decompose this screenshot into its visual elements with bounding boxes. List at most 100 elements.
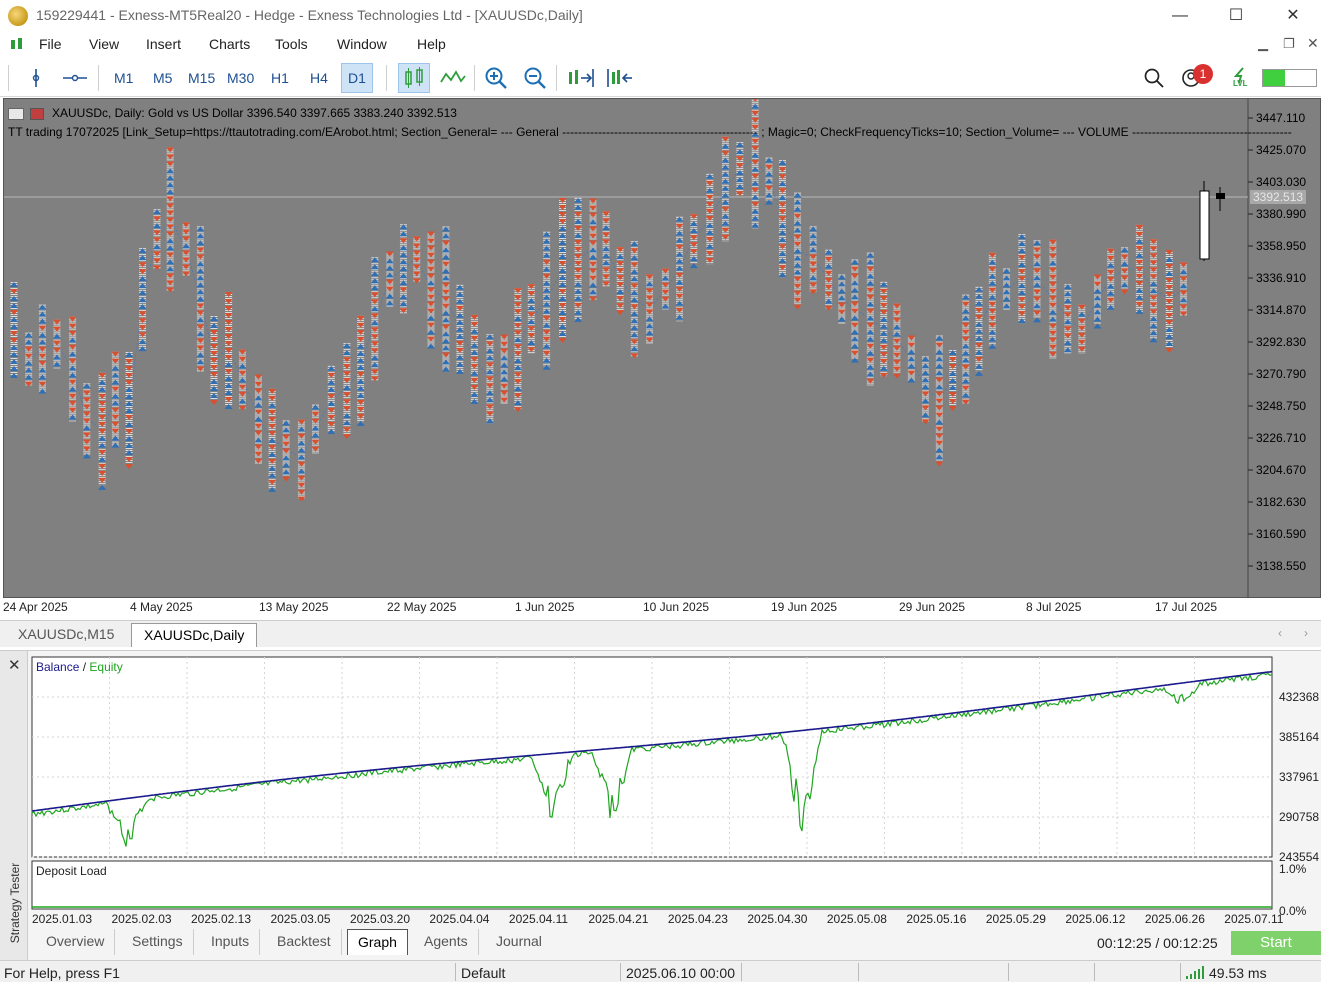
menu-help[interactable]: Help <box>417 36 446 52</box>
buy-arrow <box>961 315 970 321</box>
buy-arrow <box>866 371 875 377</box>
date-tick-label: 17 Jul 2025 <box>1155 600 1218 614</box>
sell-arrow <box>426 336 435 342</box>
minimize-button[interactable]: — <box>1152 0 1208 31</box>
sell-arrow <box>342 434 351 440</box>
sell-arrow <box>1048 274 1057 280</box>
sell-arrow <box>793 283 802 289</box>
buy-arrow <box>268 437 277 443</box>
child-minimize-button[interactable]: ▁ <box>1258 36 1268 52</box>
menu-insert[interactable]: Insert <box>146 36 181 52</box>
chart-shift-icon[interactable] <box>567 67 595 92</box>
tester-tab-overview[interactable]: Overview <box>36 929 116 955</box>
candlestick-chart-icon[interactable] <box>398 63 430 93</box>
sell-arrow <box>961 385 970 391</box>
buy-arrow <box>735 149 744 155</box>
sell-arrow <box>809 261 818 267</box>
timeframe-m5[interactable]: M5 <box>153 70 172 86</box>
chart-date-axis: 24 Apr 2025 4 May 2025 13 May 2025 22 May 2… <box>3 598 1321 620</box>
search-icon[interactable] <box>1144 68 1164 91</box>
buy-arrow <box>975 335 984 341</box>
tester-date-label: 2025.07.11 <box>1224 912 1283 926</box>
buy-arrow <box>948 384 957 390</box>
tester-tab-agents[interactable]: Agents <box>414 929 479 955</box>
balance-equity-graph: 432368385164337961290758243554Balance / … <box>31 656 1319 926</box>
tester-tab-journal[interactable]: Journal <box>486 929 552 955</box>
tab-scroll-right-icon[interactable]: › <box>1304 626 1308 640</box>
line-chart-icon[interactable] <box>440 68 466 91</box>
chart-tab-m15[interactable]: XAUUSDc,M15 <box>6 623 126 647</box>
menu-view[interactable]: View <box>89 36 119 52</box>
buy-arrow <box>356 350 365 356</box>
menu-tools[interactable]: Tools <box>275 36 308 52</box>
buy-arrow <box>721 171 730 177</box>
sell-arrow <box>254 381 263 387</box>
buy-arrow <box>356 364 365 370</box>
menu-window[interactable]: Window <box>337 36 387 52</box>
menu-file[interactable]: File <box>39 36 62 52</box>
sell-arrow <box>513 295 522 301</box>
price-chart[interactable]: 3447.110 3425.070 3403.030 3380.990 3358.950… <box>3 98 1321 598</box>
maximize-button[interactable]: ☐ <box>1208 0 1264 31</box>
buy-arrow <box>961 357 970 363</box>
start-button[interactable]: Start <box>1231 931 1321 955</box>
sell-arrow <box>455 305 464 311</box>
status-datetime: 2025.06.10 00:00 <box>626 965 735 981</box>
timeframe-m30[interactable]: M30 <box>227 70 254 86</box>
toolbar: M1 M5 M15 M30 H1 H4 D1 1 LVL <box>0 59 1321 97</box>
crosshair-vertical-icon[interactable] <box>26 68 46 91</box>
buy-arrow <box>907 356 916 362</box>
date-tick-label: 13 May 2025 <box>259 600 329 614</box>
sell-arrow <box>892 373 901 379</box>
sell-arrow <box>988 287 997 293</box>
child-close-button[interactable]: ✕ <box>1307 35 1319 52</box>
sell-arrow <box>52 340 61 346</box>
timeframe-m15[interactable]: M15 <box>188 70 215 86</box>
sell-arrow <box>268 479 277 485</box>
timeframe-h1[interactable]: H1 <box>271 70 289 86</box>
close-button[interactable]: ✕ <box>1265 0 1321 31</box>
sell-arrow <box>224 355 233 361</box>
zoom-out-icon[interactable] <box>523 66 547 93</box>
buy-arrow <box>385 300 394 306</box>
tester-tab-backtest[interactable]: Backtest <box>267 929 342 955</box>
buy-arrow <box>630 318 639 324</box>
tester-date-label: 2025.05.08 <box>827 912 887 926</box>
price-tick-label: 3292.830 <box>1256 335 1306 349</box>
buy-arrow <box>138 339 147 345</box>
sell-arrow <box>527 333 536 339</box>
timeframe-m1[interactable]: M1 <box>114 70 133 86</box>
sell-arrow <box>527 291 536 297</box>
buy-arrow <box>370 264 379 270</box>
buy-arrow <box>68 351 77 357</box>
status-bar: For Help, press F1 Default 2025.06.10 00… <box>0 960 1321 982</box>
sell-arrow <box>166 252 175 258</box>
buy-arrow <box>166 238 175 244</box>
tester-close-button[interactable]: ✕ <box>8 656 21 674</box>
sell-arrow <box>68 407 77 413</box>
horizontal-line-icon[interactable] <box>62 68 88 91</box>
tester-tab-graph[interactable]: Graph <box>347 929 408 955</box>
sell-arrow <box>764 164 773 170</box>
sell-arrow <box>297 482 306 488</box>
buy-arrow <box>1063 319 1072 325</box>
tab-scroll-left-icon[interactable]: ‹ <box>1278 626 1282 640</box>
sell-arrow <box>426 294 435 300</box>
sell-arrow <box>1135 231 1144 237</box>
tester-date-label: 2025.04.30 <box>747 912 807 926</box>
menu-charts[interactable]: Charts <box>209 36 250 52</box>
zoom-in-icon[interactable] <box>484 66 508 93</box>
chart-tab-daily[interactable]: XAUUSDc,Daily <box>131 623 258 647</box>
timeframe-h4[interactable]: H4 <box>310 70 328 86</box>
sell-arrow <box>1093 281 1102 287</box>
tester-tab-settings[interactable]: Settings <box>122 929 194 955</box>
sell-arrow <box>879 358 888 364</box>
timeframe-d1[interactable]: D1 <box>341 63 373 93</box>
date-tick-label: 10 Jun 2025 <box>643 600 710 614</box>
sell-arrow <box>138 311 147 317</box>
sell-arrow <box>138 325 147 331</box>
child-restore-button[interactable]: ❐ <box>1283 36 1295 52</box>
tester-tab-inputs[interactable]: Inputs <box>201 929 261 955</box>
autoscroll-icon[interactable] <box>605 67 633 92</box>
sell-arrow <box>166 224 175 230</box>
